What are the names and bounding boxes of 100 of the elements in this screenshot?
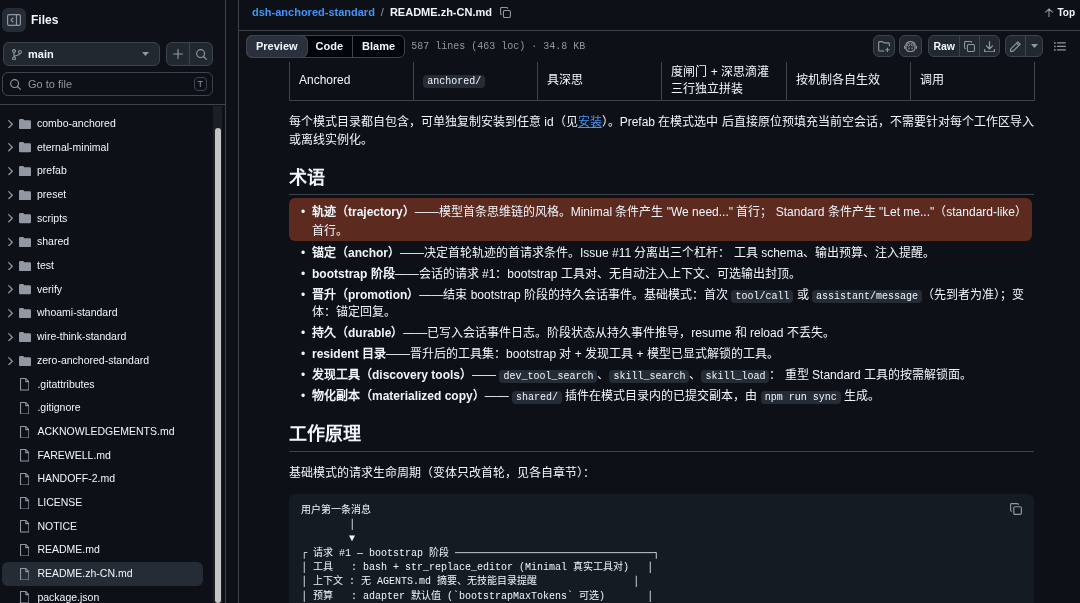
file-item[interactable]: FAREWELL.md	[2, 443, 203, 468]
search-icon	[10, 79, 21, 90]
copy-icon[interactable]	[500, 6, 511, 18]
file-icon	[20, 543, 30, 557]
table-cell: Anchored	[289, 61, 414, 101]
list-item: • 持久（durable）——已写入会话事件日志。阶段状态从持久事件推导，resume 和 reload 不丢失。	[300, 325, 836, 343]
file-item[interactable]: README.zh-CN.md	[2, 562, 203, 586]
folder-item[interactable]: whoami-standard	[2, 301, 203, 326]
file-item[interactable]: README.md	[2, 538, 203, 563]
panel-icon	[7, 13, 21, 26]
table-cell: 按机制各自生效	[786, 61, 911, 101]
file-item[interactable]: ACKNOWLEDGEMENTS.md	[2, 419, 203, 444]
list-item: • 晋升（promotion）——结束 bootstrap 阶段的持久会话事件。基础模式：首次 tool/call 或 assistant/message （先到者为准）；变体：锚定回复。	[300, 287, 1026, 322]
file-icon	[20, 425, 30, 438]
file-item[interactable]: .gitignore	[2, 396, 203, 420]
folder-icon	[19, 260, 31, 272]
branch-icon	[12, 48, 22, 61]
shortcut-key: T	[193, 77, 207, 92]
folder-icon	[19, 166, 31, 177]
top-link[interactable]: Top	[1045, 4, 1075, 20]
copy-icon	[964, 40, 975, 52]
file-icon	[20, 401, 30, 415]
folder-item[interactable]: verify	[2, 277, 203, 302]
code-text: 用户第一条消息 │ ▼ ┌ 请求 #1 — bootstrap 阶段 ─────────────────────────────────┐ │ 工具 : bash + str_replace_editor (Minimal 真实工具对) │ │ 上下文 : 无 AGENTS.md 摘要、无技能目录提醒 │ │ 预算 : adapter 默认值 (`bootstrapMaxTokens` 可选) │	[301, 503, 661, 603]
copy-icon[interactable]	[1010, 502, 1022, 515]
view-tab[interactable]: Blame	[352, 35, 405, 57]
breadcrumb-separator: /	[380, 5, 384, 21]
folder-icon	[19, 355, 31, 366]
table-cell: anchored/	[413, 61, 538, 101]
folder-button[interactable]	[873, 35, 896, 58]
table-cell: 度闸门 + 深思滴灌 三行独立拼装	[661, 61, 787, 101]
more-button[interactable]	[1025, 35, 1043, 58]
list-icon[interactable]	[1054, 41, 1066, 51]
folder-item[interactable]: wire-think-standard	[2, 325, 203, 349]
arrow-up-icon	[1045, 7, 1054, 18]
folder-item[interactable]: preset	[2, 183, 203, 207]
repo-link[interactable]: dsh-anchored-standard	[252, 4, 375, 21]
file-item[interactable]: HANDOFF-2.md	[2, 467, 203, 491]
section-heading: 工作原理	[289, 423, 1034, 452]
paragraph: 每个模式目录都自包含，可单独复制安装到任意 id（见安装）。Prefab 在模式选中 后直接原位预填充当前空会话，不需要针对每个工作区导入或离线实例化。	[289, 113, 1034, 149]
robot-button[interactable]	[899, 35, 923, 58]
download-button[interactable]	[979, 35, 1000, 58]
folder-icon	[19, 118, 31, 129]
folder-item[interactable]: zero-anchored-standard	[2, 348, 203, 373]
file-icon	[20, 567, 30, 581]
robot-icon	[904, 40, 918, 53]
file-icon	[20, 520, 30, 533]
scrollbar-thumb[interactable]	[214, 128, 221, 603]
caret-icon	[142, 52, 149, 57]
folder-item[interactable]: prefab	[2, 159, 203, 184]
view-tab[interactable]: Code	[306, 35, 353, 57]
folder-item[interactable]: eternal-minimal	[2, 135, 203, 160]
plus-icon	[173, 49, 183, 60]
raw-button[interactable]: Raw	[928, 35, 960, 58]
section-heading: 术语	[289, 166, 1034, 196]
download-icon	[984, 40, 995, 53]
file-item[interactable]: LICENSE	[2, 491, 203, 515]
table-cell: 调用	[910, 61, 1035, 101]
folder-icon	[19, 237, 31, 248]
file-icon	[20, 472, 30, 486]
folder-icon	[878, 40, 891, 52]
folder-item[interactable]: shared	[2, 230, 203, 255]
folder-icon	[19, 142, 31, 153]
list-item: • 轨迹（trajectory）——模型首条思维链的风格。Minimal 条件产生 "We need..." 首行； Standard 条件产生 "Let me..."（standard-like）首行。	[289, 198, 1032, 242]
list-item: • 物化副本（materialized copy）—— shared/ 插件在模式目录内的已提交副本，由 npm run sync 生成。	[300, 388, 882, 406]
folder-icon	[19, 331, 31, 343]
list-item: • resident 目录——晋升后的工具集：bootstrap 对 + 发现工具 + 模型已显式解锁的工具。	[300, 346, 780, 364]
file-icon	[20, 378, 30, 391]
sidebar-title: Files	[31, 11, 59, 29]
file-item[interactable]: .gitattributes	[2, 372, 203, 397]
file-name: README.zh-CN.md	[389, 5, 492, 21]
table-cell: 具深思	[537, 61, 662, 101]
file-icon	[20, 591, 30, 603]
edit-button[interactable]	[1005, 35, 1026, 58]
search-button[interactable]	[189, 42, 213, 67]
copy-button[interactable]	[959, 35, 980, 58]
folder-item[interactable]: scripts	[2, 206, 203, 231]
list-item: • 锚定（anchor）——决定首轮轨迹的首请求条件。Issue #11 分离出三个杠杆： 工具 schema、输出预算、注入提醒。	[300, 245, 937, 263]
folder-icon	[19, 284, 31, 295]
folder-icon	[19, 213, 31, 224]
file-item[interactable]: NOTICE	[2, 514, 203, 539]
file-icon	[20, 496, 30, 510]
folder-icon	[19, 308, 31, 319]
paragraph: 基础模式的请求生命周期（变体只改首轮，见各自章节）：	[289, 464, 596, 482]
file-info: 587 lines (463 loc) · 34.8 KB	[411, 39, 586, 54]
sidebar-toggle-button[interactable]	[2, 7, 26, 32]
text-link[interactable]: 安装	[577, 114, 602, 129]
search-icon	[195, 49, 207, 60]
pencil-icon	[1010, 40, 1021, 53]
folder-item[interactable]: combo-anchored	[2, 112, 203, 136]
folder-icon	[19, 189, 31, 201]
add-button[interactable]	[166, 42, 190, 67]
folder-item[interactable]: test	[2, 254, 203, 278]
list-item: • bootstrap 阶段——会话的请求 #1：bootstrap 工具对、无自动注入上下文、可选输出封顶。	[300, 266, 802, 284]
list-item: • 发现工具（discovery tools）—— dev_tool_search 、 skill_search 、 skill_load ： 重型 Standard 工具的按需解锁面。	[300, 367, 974, 385]
branch-button[interactable]: main	[3, 42, 160, 67]
view-tab[interactable]: Preview	[247, 35, 307, 57]
caret-icon	[1030, 44, 1038, 49]
file-item[interactable]: package.json	[2, 585, 203, 603]
file-icon	[20, 449, 30, 462]
